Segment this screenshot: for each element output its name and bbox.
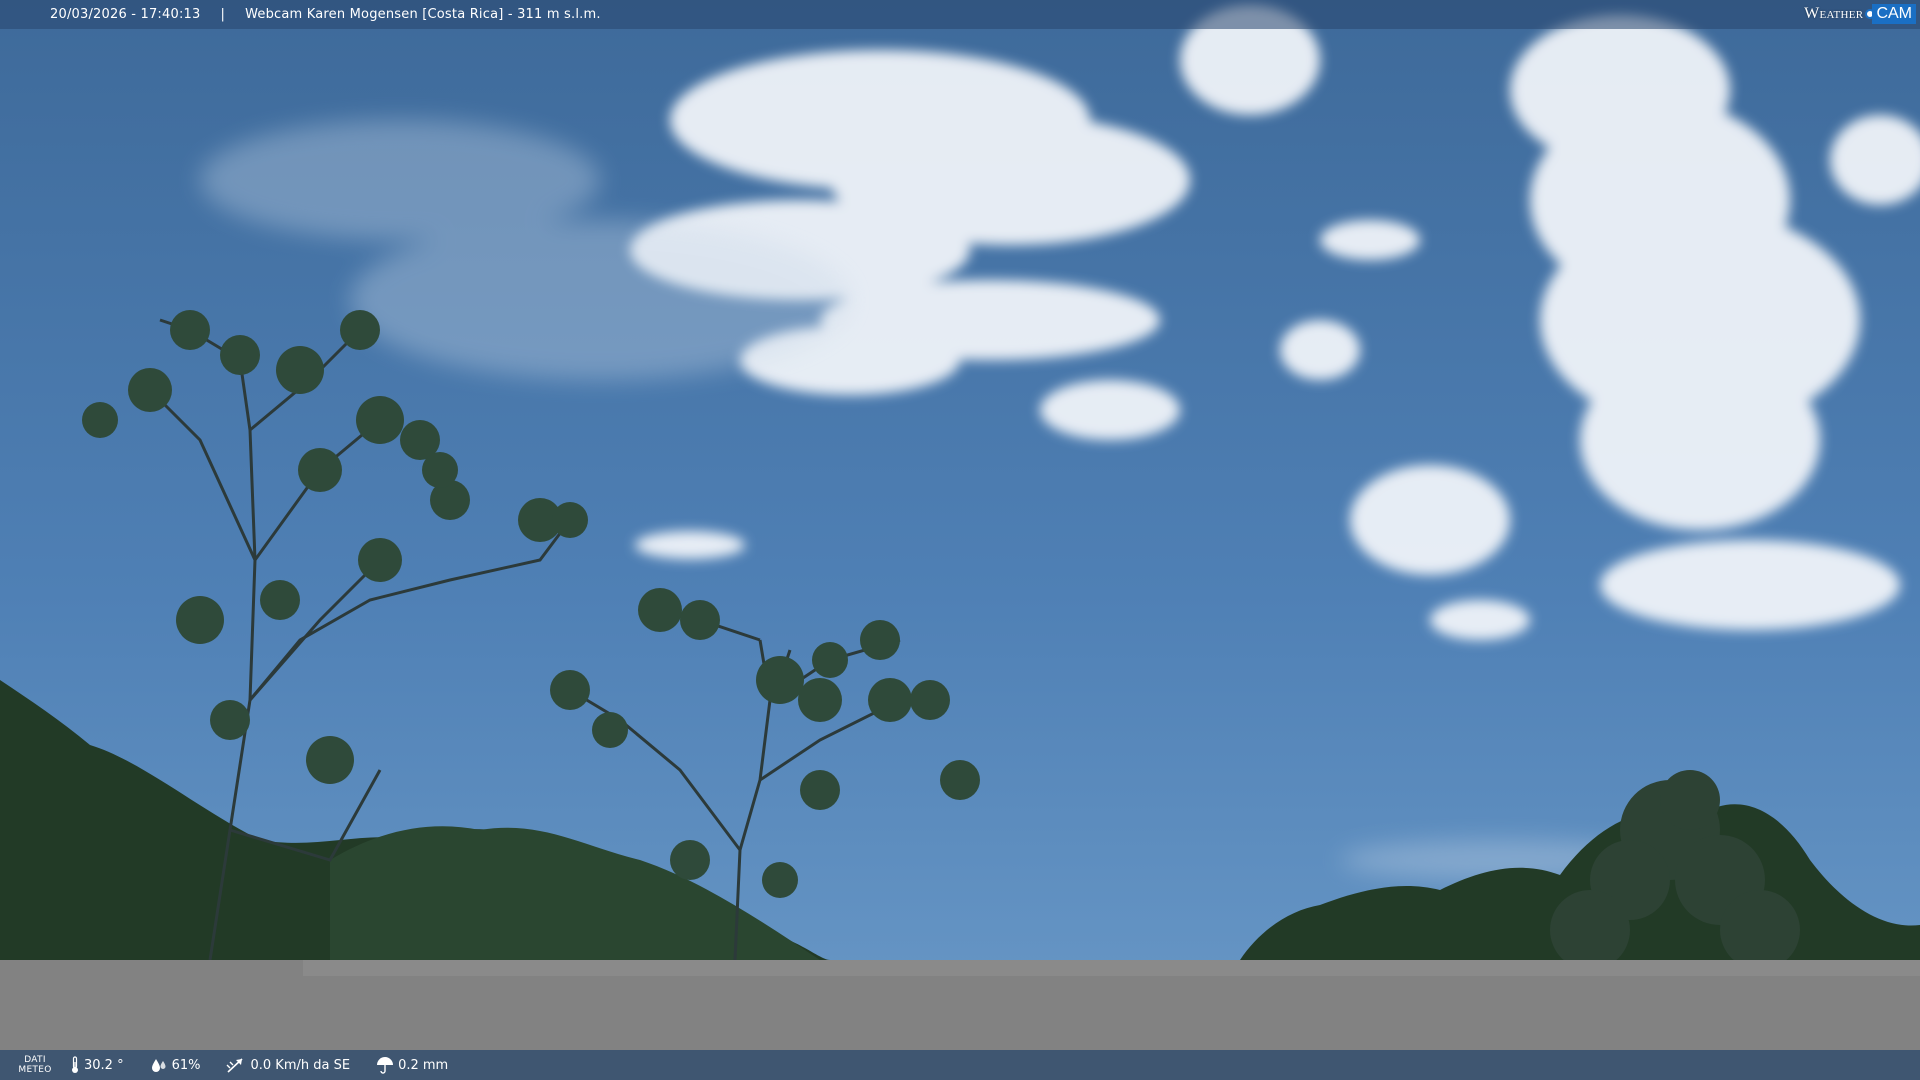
rain-umbrella-icon <box>377 1057 394 1074</box>
temperature-value: 30.2 ° <box>84 1057 124 1073</box>
header-bar: 20/03/2026 - 17:40:13 | Webcam Karen Mog… <box>0 0 1920 29</box>
header-separator: | <box>220 7 226 22</box>
temperature-item: 30.2 ° <box>70 1056 124 1074</box>
logo-weather-text: Weather <box>1804 5 1864 22</box>
thermometer-icon <box>72 1056 78 1073</box>
webcam-viewport: 20/03/2026 - 17:40:13 | Webcam Karen Mog… <box>0 0 1920 1080</box>
rain-item: 0.2 mm <box>376 1056 448 1074</box>
gray-overlay-notch <box>303 960 1920 976</box>
webcam-title: Webcam Karen Mogensen [Costa Rica] - 311… <box>245 7 601 22</box>
humidity-value: 61% <box>171 1057 201 1073</box>
dati-meteo-label: DATI METEO <box>0 1055 70 1075</box>
wind-direction-icon <box>226 1058 244 1073</box>
dati-label-line2: METEO <box>18 1065 52 1075</box>
dati-label-line1: DATI <box>24 1055 46 1065</box>
rain-value: 0.2 mm <box>398 1057 449 1073</box>
wind-item: 0.0 Km/h da SE <box>226 1056 350 1074</box>
weather-data-bar: DATI METEO 30.2 ° 61% 0.0 Km/h da SE 0.2… <box>0 1050 1920 1080</box>
weathercam-logo[interactable]: Weather CAM <box>1804 0 1920 28</box>
webcam-image <box>0 0 1920 1080</box>
humidity-item: 61% <box>150 1057 201 1073</box>
logo-cam-text: CAM <box>1872 4 1916 24</box>
timestamp: 20/03/2026 - 17:40:13 <box>50 7 201 22</box>
wind-value: 0.0 Km/h da SE <box>250 1057 351 1073</box>
humidity-drops-icon <box>151 1059 166 1072</box>
